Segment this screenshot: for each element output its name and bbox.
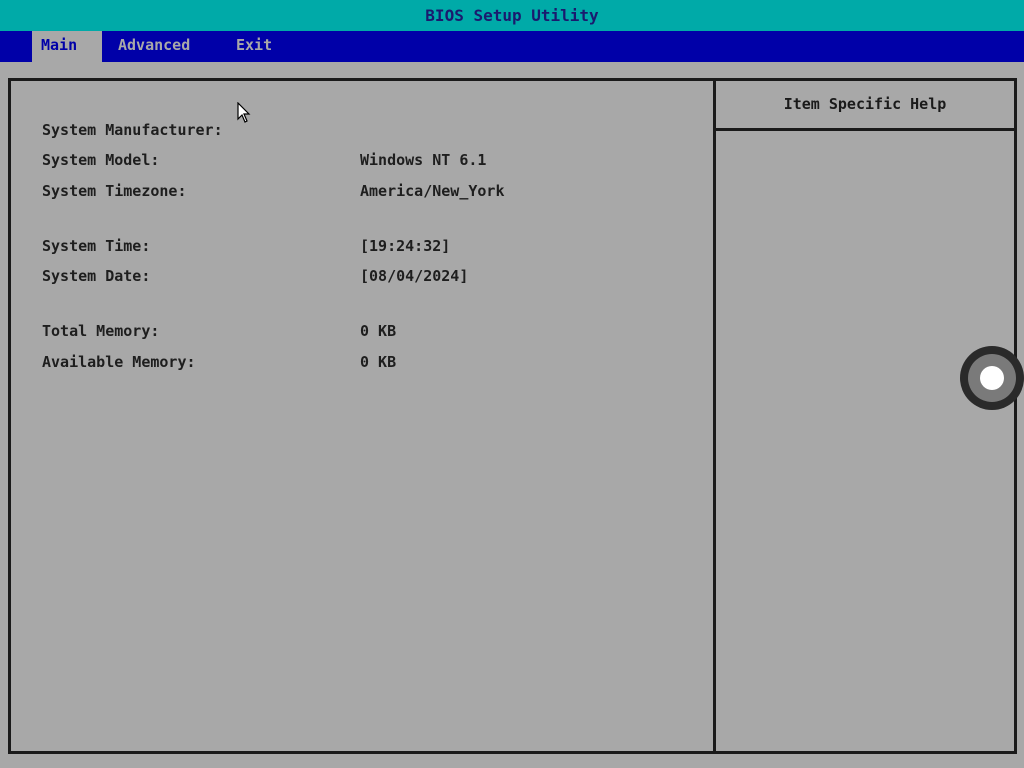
menu-tab-advanced[interactable]: Advanced (118, 31, 190, 62)
mouse-pointer-icon (237, 102, 251, 123)
system-model-value: Windows NT 6.1 (360, 151, 487, 169)
main-panel: System Manufacturer: System Model: Windo… (8, 78, 1017, 754)
menu-tab-main-label: Main (41, 36, 78, 54)
total-memory-value: 0 KB (360, 322, 397, 340)
menu-tab-exit-label: Exit (236, 36, 273, 54)
menu-bar: Main Advanced Exit (0, 31, 1024, 62)
scroll-knob-center (980, 366, 1004, 390)
help-panel-body (716, 131, 1014, 751)
help-panel-title: Item Specific Help (783, 95, 947, 113)
available-memory-label: Available Memory: (42, 353, 196, 371)
system-time-label: System Time: (42, 237, 151, 255)
total-memory-label: Total Memory: (42, 322, 160, 340)
window-title: BIOS Setup Utility (0, 0, 1024, 31)
system-manufacturer-label: System Manufacturer: (42, 121, 223, 139)
menu-tab-exit[interactable]: Exit (236, 31, 272, 62)
system-timezone-label: System Timezone: (42, 182, 187, 200)
system-date-label: System Date: (42, 267, 151, 285)
menu-tab-main[interactable]: Main (32, 31, 102, 62)
system-model-label: System Model: (42, 151, 160, 169)
system-date-field[interactable]: [08/04/2024] (360, 266, 468, 286)
system-timezone-value: America/New_York (360, 182, 505, 200)
available-memory-value: 0 KB (360, 353, 397, 371)
system-time-field[interactable]: [19:24:32] (360, 236, 450, 256)
scroll-knob-icon[interactable] (960, 346, 1024, 410)
menu-tab-advanced-label: Advanced (118, 36, 191, 54)
